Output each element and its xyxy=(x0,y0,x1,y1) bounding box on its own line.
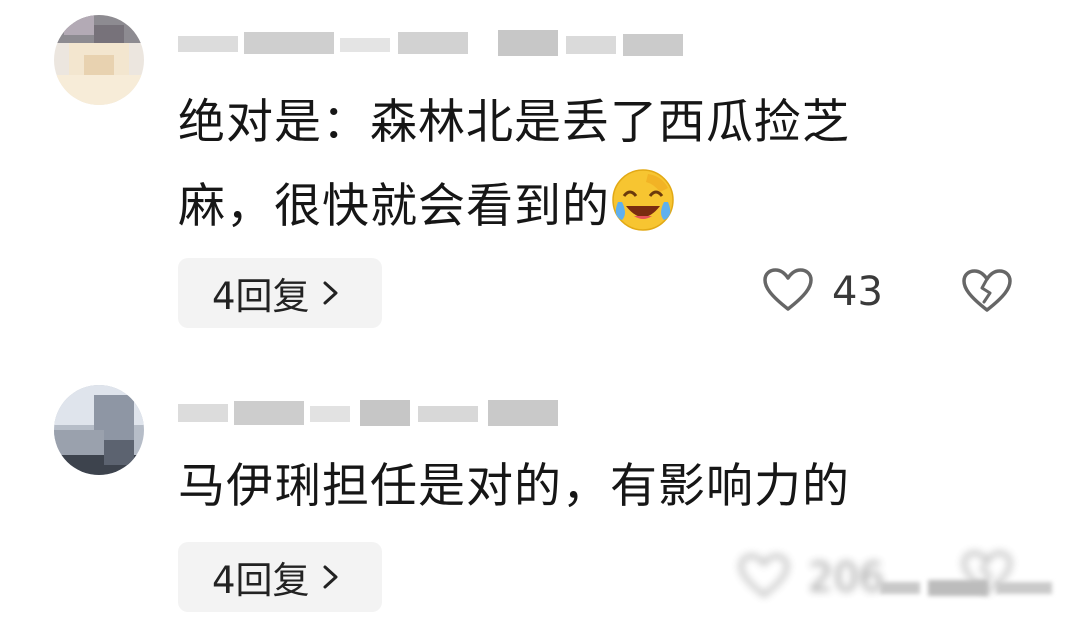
laughing-crying-emoji-icon xyxy=(612,169,674,231)
comment-text-line: 绝对是：森林北是丢了西瓜捡芝 xyxy=(178,95,850,150)
like-count: 206 xyxy=(808,555,885,601)
view-replies-button[interactable]: 4回复 xyxy=(178,542,382,612)
username-blurred[interactable] xyxy=(178,28,708,58)
watermark-overlay xyxy=(880,574,1060,602)
chevron-right-icon xyxy=(322,272,340,315)
heart-outline-icon xyxy=(738,553,790,603)
like-button[interactable]: 206 xyxy=(738,548,884,608)
comment-text-line: 麻，很快就会看到的 xyxy=(178,166,958,238)
avatar-image xyxy=(54,385,144,475)
avatar[interactable] xyxy=(54,385,144,475)
heart-outline-icon xyxy=(762,267,814,317)
like-count: 43 xyxy=(832,269,883,315)
reply-count-label: 4回复 xyxy=(212,559,310,602)
avatar-image xyxy=(54,15,144,105)
broken-heart-icon xyxy=(960,269,1014,318)
comment-text: 绝对是：森林北是丢了西瓜捡芝 麻，很快就会看到的 xyxy=(178,92,958,238)
view-replies-button[interactable]: 4回复 xyxy=(178,258,382,328)
chevron-right-icon xyxy=(322,556,340,599)
reply-count-label: 4回复 xyxy=(212,275,310,318)
avatar[interactable] xyxy=(54,15,144,105)
like-button[interactable]: 43 xyxy=(762,262,883,322)
comment-text-segment: 麻，很快就会看到的 xyxy=(178,179,610,234)
comment-text: 马伊琍担任是对的，有影响力的 xyxy=(178,456,958,518)
dislike-button[interactable] xyxy=(960,268,1014,318)
username-blurred[interactable] xyxy=(178,398,598,428)
comment-text-line: 马伊琍担任是对的，有影响力的 xyxy=(178,459,850,514)
